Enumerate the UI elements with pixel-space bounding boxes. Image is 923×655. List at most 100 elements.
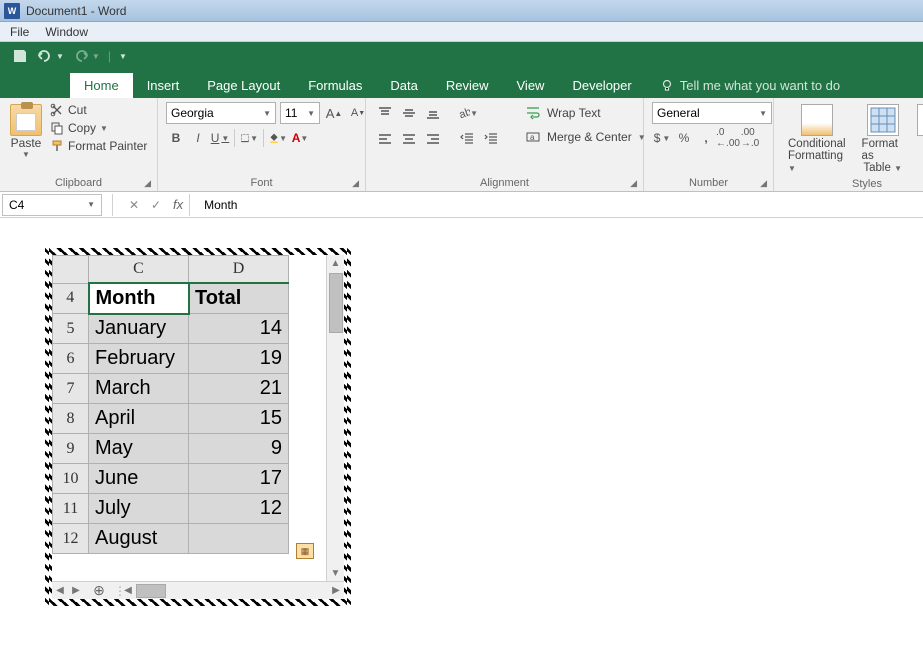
decrease-indent-icon[interactable] (456, 128, 478, 150)
bold-button[interactable]: B (166, 128, 186, 148)
select-all-corner[interactable] (53, 256, 89, 284)
valign-middle-icon[interactable] (398, 102, 420, 124)
cell[interactable]: July (89, 494, 189, 524)
underline-button[interactable]: U▼ (210, 128, 230, 148)
cell[interactable]: 19 (189, 344, 289, 374)
tab-formulas[interactable]: Formulas (294, 73, 376, 98)
cell[interactable]: March (89, 374, 189, 404)
cell[interactable]: May (89, 434, 189, 464)
cell-d4[interactable]: Total (189, 283, 289, 314)
clipboard-launcher[interactable]: ◢ (144, 178, 151, 189)
cell-styles-button[interactable]: C Sty (914, 102, 923, 164)
new-sheet-icon[interactable]: ⊕ (84, 582, 114, 599)
halign-left-icon[interactable] (374, 128, 396, 150)
increase-decimal-icon[interactable]: .0←.00 (718, 128, 738, 148)
cell[interactable]: April (89, 404, 189, 434)
font-name-select[interactable]: Georgia▼ (166, 102, 276, 124)
enter-formula-icon[interactable]: ✓ (145, 194, 167, 216)
currency-button[interactable]: $▼ (652, 128, 672, 148)
tab-home[interactable]: Home (70, 73, 133, 98)
row-header[interactable]: 5 (53, 314, 89, 344)
undo-button[interactable]: ▼ (36, 49, 64, 63)
hscroll-thumb[interactable] (136, 584, 166, 598)
scroll-up-icon[interactable]: ▲ (327, 255, 344, 271)
percent-button[interactable]: % (674, 128, 694, 148)
tab-view[interactable]: View (503, 73, 559, 98)
cut-button[interactable]: Cut (48, 102, 149, 118)
worksheet-grid[interactable]: C D 4 Month Total 5January14 6February19… (52, 255, 289, 554)
row-header[interactable]: 9 (53, 434, 89, 464)
tab-review[interactable]: Review (432, 73, 503, 98)
decrease-font-icon[interactable]: A▼ (348, 103, 368, 123)
cell[interactable]: January (89, 314, 189, 344)
row-header[interactable]: 8 (53, 404, 89, 434)
tab-insert[interactable]: Insert (133, 73, 194, 98)
column-header-d[interactable]: D (189, 256, 289, 284)
paste-button[interactable]: Paste ▼ (8, 102, 44, 161)
cell[interactable]: February (89, 344, 189, 374)
row-header[interactable]: 6 (53, 344, 89, 374)
font-size-select[interactable]: 11▼ (280, 102, 320, 124)
cell[interactable] (189, 524, 289, 554)
cell-c4[interactable]: Month (89, 283, 189, 314)
italic-button[interactable]: I (188, 128, 208, 148)
border-button[interactable]: ▼ (239, 128, 259, 148)
number-launcher[interactable]: ◢ (760, 178, 767, 189)
halign-right-icon[interactable] (422, 128, 444, 150)
scroll-right-icon[interactable]: ▶ (328, 585, 344, 596)
insert-options-icon[interactable]: ▦ (296, 543, 314, 559)
copy-button[interactable]: Copy ▼ (48, 120, 149, 136)
cell[interactable]: 9 (189, 434, 289, 464)
halign-center-icon[interactable] (398, 128, 420, 150)
menu-window[interactable]: Window (45, 25, 88, 39)
cancel-formula-icon[interactable]: ✕ (123, 194, 145, 216)
save-icon[interactable] (12, 48, 28, 64)
merge-center-button[interactable]: a Merge & Center ▼ (518, 126, 653, 148)
cell[interactable]: 12 (189, 494, 289, 524)
alignment-launcher[interactable]: ◢ (630, 178, 637, 189)
tell-me-search[interactable]: Tell me what you want to do (646, 73, 854, 98)
redo-button[interactable]: ▼ (72, 49, 100, 63)
row-header[interactable]: 12 (53, 524, 89, 554)
format-painter-button[interactable]: Format Painter (48, 138, 149, 154)
menu-file[interactable]: File (10, 25, 29, 39)
conditional-formatting-button[interactable]: Conditional Formatting ▼ (782, 102, 852, 176)
horizontal-scrollbar[interactable]: ◀ ▶ ⊕ ⋮ ◀ ▶ (52, 581, 344, 599)
increase-font-icon[interactable]: A▲ (324, 103, 344, 123)
qat-customize[interactable]: ▼ (119, 52, 127, 61)
column-header-c[interactable]: C (89, 256, 189, 284)
row-header[interactable]: 7 (53, 374, 89, 404)
vertical-scrollbar[interactable]: ▲ ▼ (326, 255, 344, 581)
cell[interactable]: 14 (189, 314, 289, 344)
cell[interactable]: June (89, 464, 189, 494)
cell[interactable]: 17 (189, 464, 289, 494)
cell[interactable]: 21 (189, 374, 289, 404)
format-as-table-button[interactable]: Format as Table ▼ (856, 102, 910, 176)
row-header[interactable]: 4 (53, 283, 89, 314)
comma-button[interactable]: , (696, 128, 716, 148)
fx-button[interactable]: fx (173, 197, 183, 212)
cell[interactable]: 15 (189, 404, 289, 434)
decrease-decimal-icon[interactable]: .00→.0 (740, 128, 760, 148)
valign-bottom-icon[interactable] (422, 102, 444, 124)
font-launcher[interactable]: ◢ (352, 178, 359, 189)
tab-data[interactable]: Data (376, 73, 431, 98)
tab-scroll-right-icon[interactable]: ▶ (68, 585, 84, 596)
row-header[interactable]: 10 (53, 464, 89, 494)
tab-developer[interactable]: Developer (558, 73, 645, 98)
scroll-thumb[interactable] (329, 273, 343, 333)
tab-scroll-left-icon[interactable]: ◀ (52, 585, 68, 596)
scroll-down-icon[interactable]: ▼ (327, 565, 344, 581)
embedded-object-frame[interactable]: C D 4 Month Total 5January14 6February19… (45, 248, 351, 606)
name-box[interactable]: C4▼ (2, 194, 102, 216)
row-header[interactable]: 11 (53, 494, 89, 524)
tab-page-layout[interactable]: Page Layout (193, 73, 294, 98)
valign-top-icon[interactable] (374, 102, 396, 124)
wrap-text-button[interactable]: Wrap Text (518, 102, 653, 124)
formula-input[interactable] (198, 198, 923, 212)
scroll-left-icon[interactable]: ◀ (120, 585, 136, 596)
font-color-button[interactable]: A ▼ (290, 128, 310, 148)
increase-indent-icon[interactable] (480, 128, 502, 150)
cell[interactable]: August (89, 524, 189, 554)
fill-color-button[interactable]: ▼ (268, 128, 288, 148)
